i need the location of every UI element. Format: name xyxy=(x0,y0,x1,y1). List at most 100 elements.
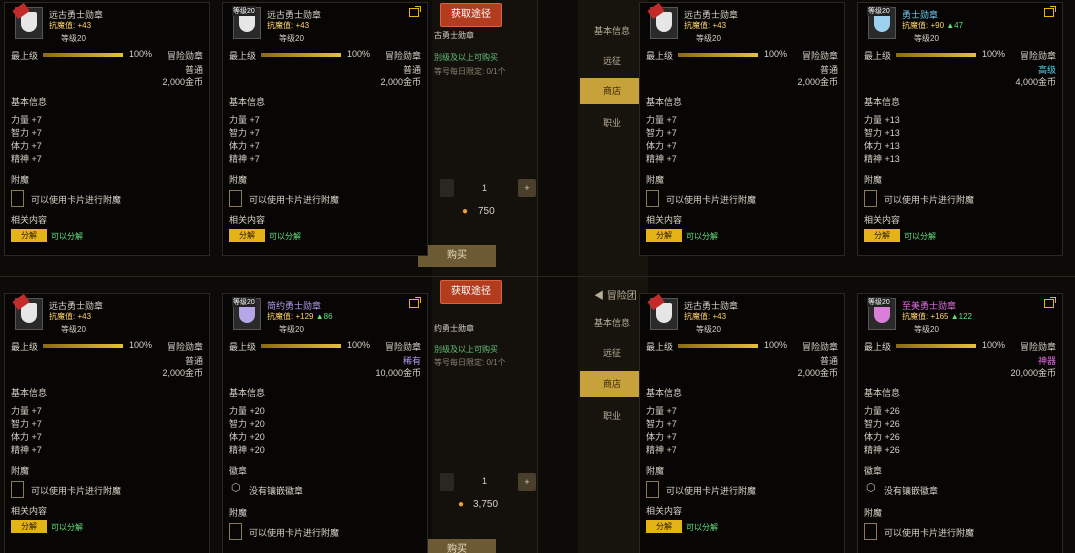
stat-vitality: 体力 +7 xyxy=(11,432,42,442)
panel-bottom-right: ◀ 冒险团 基本信息 远征 商店 职业 远古勇士勋章 抗魔值: +43 等级20… xyxy=(538,277,1075,553)
enchant-slot[interactable]: 可以使用卡片进行附魔 xyxy=(11,480,203,498)
decompose-button[interactable]: 分解 xyxy=(646,520,682,533)
item-level: 等级20 xyxy=(914,325,939,334)
stat-strength: 力量 +7 xyxy=(229,115,260,125)
max-level-label: 最上级 xyxy=(229,51,257,61)
share-icon[interactable] xyxy=(1044,297,1056,308)
share-icon[interactable] xyxy=(1044,6,1056,17)
tooltip-card: 等级20 勇士勋章 抗魔值: +90 ▲47 等级20 最上级 100% 冒险勋… xyxy=(857,2,1063,256)
stat-vitality: 体力 +7 xyxy=(229,141,260,151)
item-grade: 神器 xyxy=(1037,356,1056,366)
emblem-slot[interactable]: ⬡ 没有镶嵌徽章 xyxy=(864,480,1056,498)
decompose-button[interactable]: 分解 xyxy=(229,229,265,242)
enchant-slot[interactable]: 可以使用卡片进行附魔 xyxy=(646,480,838,498)
shop-item-title: 古勇士勋章 xyxy=(434,31,474,40)
nav-job[interactable]: 职业 xyxy=(580,403,644,429)
card-slot-icon xyxy=(11,481,24,498)
tooltip-card: 等级20 简约勇士勋章 抗魔值: +129 ▲86 等级20 最上级 100% … xyxy=(222,293,428,553)
item-grade: 普通 xyxy=(819,65,838,75)
card-slot-icon xyxy=(646,190,659,207)
stat-intelligence: 智力 +7 xyxy=(11,128,42,138)
decrease-button[interactable] xyxy=(440,473,454,491)
coin-icon: ● xyxy=(462,206,469,217)
level-percent: 100% xyxy=(129,340,153,350)
enchant-heading: 附魔 xyxy=(864,175,883,185)
decompose-button[interactable]: 分解 xyxy=(646,229,682,242)
nav-job[interactable]: 职业 xyxy=(580,110,644,136)
stat-strength: 力量 +20 xyxy=(229,406,265,416)
enchant-slot[interactable]: 可以使用卡片进行附魔 xyxy=(646,189,838,207)
enchant-slot[interactable]: 可以使用卡片进行附魔 xyxy=(229,522,421,540)
nav-shop[interactable]: 商店 xyxy=(580,371,644,397)
enchant-slot[interactable]: 可以使用卡片进行附魔 xyxy=(864,522,1056,540)
nav-expedition[interactable]: 远征 xyxy=(580,340,644,366)
enchant-slot[interactable]: 可以使用卡片进行附魔 xyxy=(229,189,421,207)
basic-info-heading: 基本信息 xyxy=(229,97,266,107)
max-level-label: 最上级 xyxy=(646,51,674,61)
level-percent: 100% xyxy=(347,49,371,59)
item-icon: 等级20 xyxy=(867,6,896,39)
related-heading: 相关内容 xyxy=(646,215,683,225)
nav-basic-info[interactable]: 基本信息 xyxy=(580,310,644,336)
stat-spirit: 精神 +13 xyxy=(864,154,900,164)
buy-button[interactable]: 购买 xyxy=(418,539,496,553)
basic-info-heading: 基本信息 xyxy=(646,388,683,398)
increase-button[interactable]: + xyxy=(518,473,536,491)
decompose-button[interactable]: 分解 xyxy=(11,520,47,533)
enchant-slot[interactable]: 可以使用卡片进行附魔 xyxy=(11,189,203,207)
emblem-heading: 徽章 xyxy=(229,466,248,476)
item-grade: 普通 xyxy=(184,356,203,366)
stat-intelligence: 智力 +7 xyxy=(646,128,677,138)
enchant-slot[interactable]: 可以使用卡片进行附魔 xyxy=(864,189,1056,207)
item-category: 冒险勋章 xyxy=(1019,51,1056,61)
get-source-button[interactable]: 获取途径 xyxy=(440,3,502,27)
decompose-button[interactable]: 分解 xyxy=(864,229,900,242)
enchant-heading: 附魔 xyxy=(229,175,248,185)
stat-vitality: 体力 +7 xyxy=(11,141,42,151)
share-icon[interactable] xyxy=(409,6,421,17)
buy-button[interactable]: 购买 xyxy=(418,245,496,267)
item-level: 等级20 xyxy=(696,34,721,43)
price-value: 750 xyxy=(478,206,495,217)
item-resist: 抗魔值: +43 xyxy=(49,312,92,321)
nav-basic-info[interactable]: 基本信息 xyxy=(580,18,644,44)
stat-intelligence: 智力 +7 xyxy=(11,419,42,429)
decompose-button[interactable]: 分解 xyxy=(11,229,47,242)
item-icon xyxy=(12,293,43,330)
shop-note: 別级及以上可购买 xyxy=(434,345,498,354)
level-percent: 100% xyxy=(129,49,153,59)
enchant-heading: 附魔 xyxy=(646,175,665,185)
get-source-button[interactable]: 获取途径 xyxy=(440,280,502,304)
related-heading: 相关内容 xyxy=(229,215,266,225)
basic-info-heading: 基本信息 xyxy=(864,97,901,107)
stat-spirit: 精神 +7 xyxy=(229,154,260,164)
panel-bottom-left: 获取途径 约勇士勋章 別级及以上可购买 等号每日限定: 0/1个 1 + ● 3… xyxy=(0,277,537,553)
max-level-label: 最上级 xyxy=(11,51,39,61)
tooltip-card: 等级20 远古勇士勋章 抗魔值: +43 等级20 最上级 100% 冒险勋章 … xyxy=(222,2,428,256)
item-price: 10,000金币 xyxy=(375,368,421,378)
shop-panel xyxy=(432,0,537,276)
card-slot-icon xyxy=(11,190,24,207)
max-level-label: 最上级 xyxy=(11,342,39,352)
emblem-slot[interactable]: ⬡ 没有镶嵌徽章 xyxy=(229,480,421,498)
item-level: 等级20 xyxy=(61,34,86,43)
nav-shop[interactable]: 商店 xyxy=(580,78,644,104)
basic-info-heading: 基本信息 xyxy=(646,97,683,107)
item-price: 2,000金币 xyxy=(162,368,203,378)
stat-intelligence: 智力 +13 xyxy=(864,128,900,138)
back-arrow-icon[interactable]: ◀ xyxy=(594,291,607,302)
item-grade: 普通 xyxy=(402,65,421,75)
tooltip-card: 等级20 至美勇士勋章 抗魔值: +165 ▲122 等级20 最上级 100%… xyxy=(857,293,1063,553)
decrease-button[interactable] xyxy=(440,179,454,197)
share-icon[interactable] xyxy=(409,297,421,308)
max-level-label: 最上级 xyxy=(229,342,257,352)
increase-button[interactable]: + xyxy=(518,179,536,197)
stat-intelligence: 智力 +26 xyxy=(864,419,900,429)
item-resist: 抗魔值: +43 xyxy=(684,21,727,30)
stat-spirit: 精神 +7 xyxy=(646,154,677,164)
shop-note: 別级及以上可购买 xyxy=(434,53,498,62)
nav-expedition[interactable]: 远征 xyxy=(580,48,644,74)
item-category: 冒险勋章 xyxy=(166,51,203,61)
item-resist: 抗魔值: +165 ▲122 xyxy=(902,312,972,321)
item-level: 等级20 xyxy=(279,34,304,43)
